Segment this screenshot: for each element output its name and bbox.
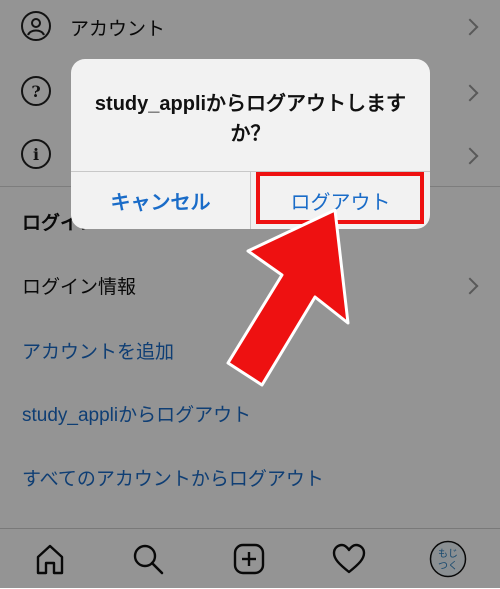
- cancel-button[interactable]: キャンセル: [71, 171, 250, 229]
- logout-button[interactable]: ログアウト: [251, 171, 430, 229]
- dialog-title: study_appliからログアウトしますか？: [94, 93, 407, 145]
- logout-confirm-dialog: study_appliからログアウトしますか？ キャンセル ログアウト: [71, 59, 430, 229]
